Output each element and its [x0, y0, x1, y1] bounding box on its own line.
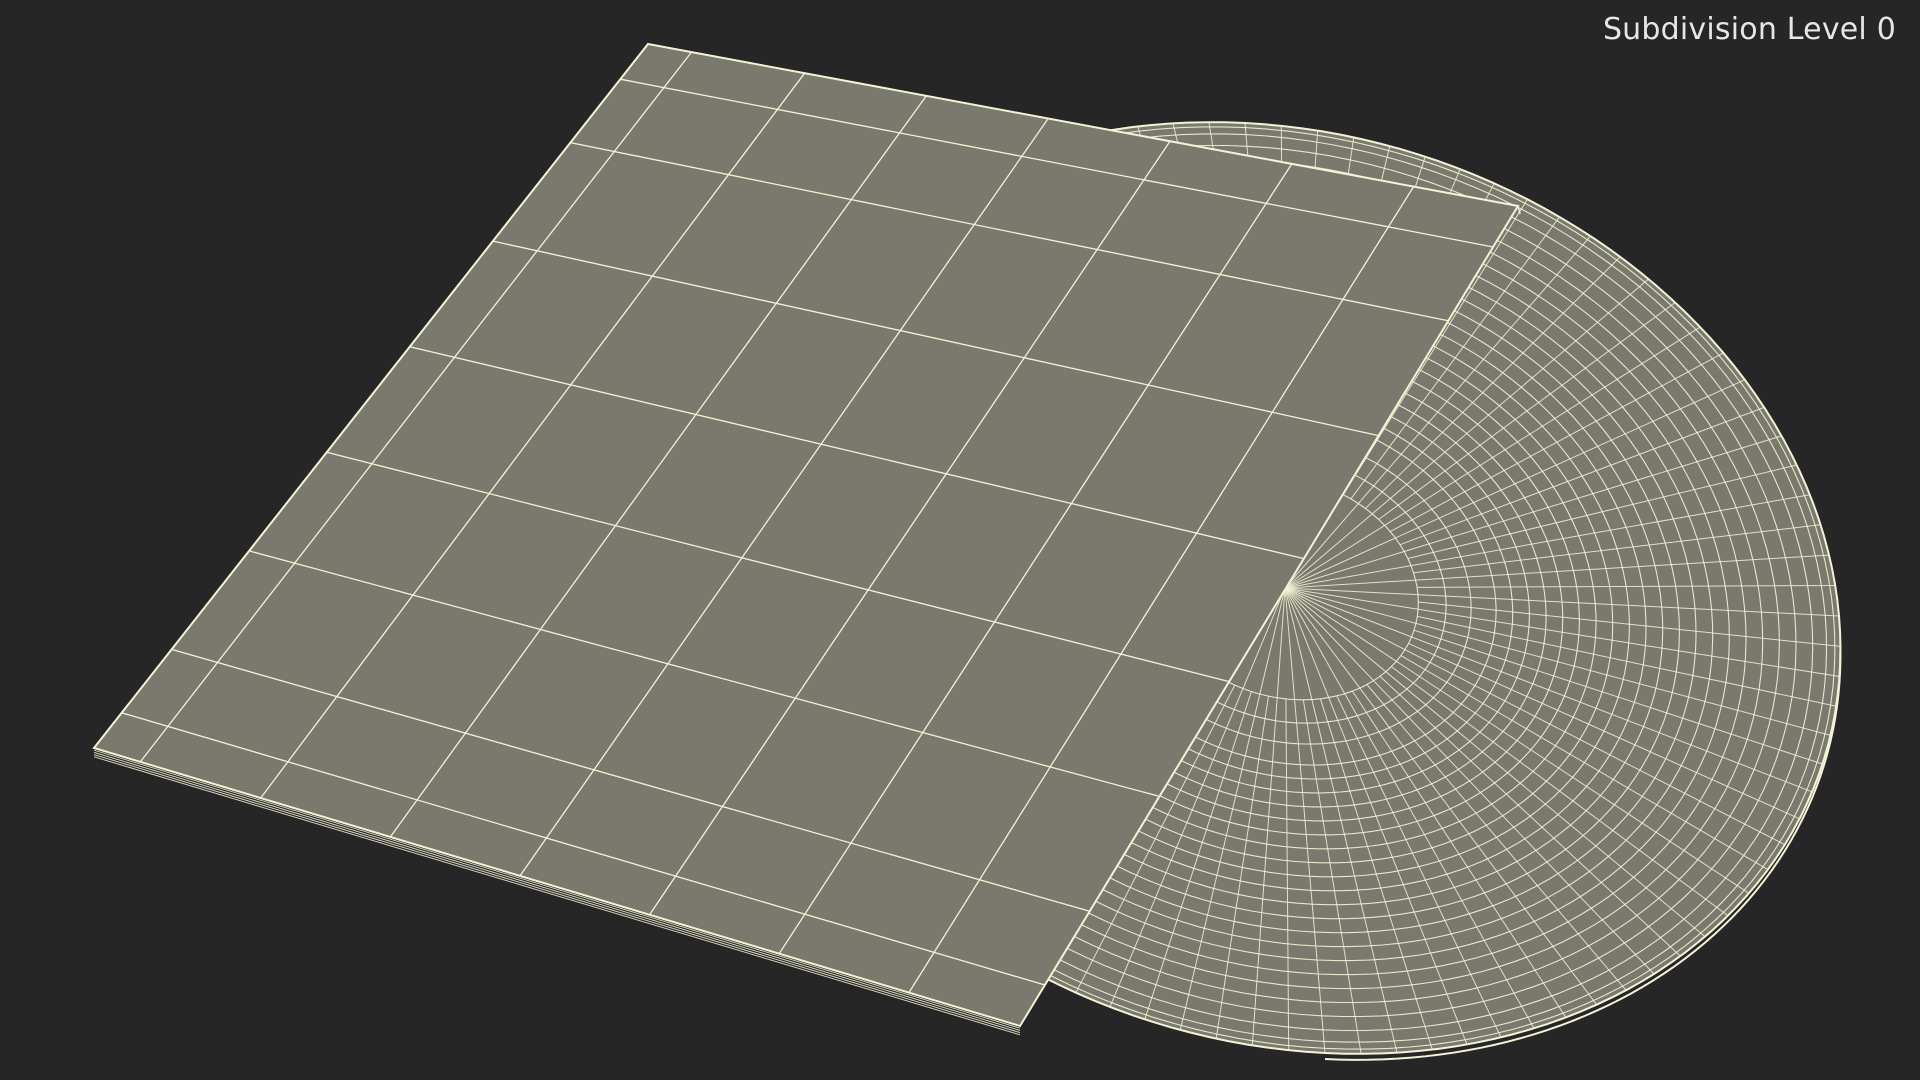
wireframe-scene	[92, 42, 1842, 1061]
subdivision-level-label: Subdivision Level 0	[1602, 12, 1896, 47]
3d-viewport[interactable]: Subdivision Level 0	[0, 0, 1920, 1080]
